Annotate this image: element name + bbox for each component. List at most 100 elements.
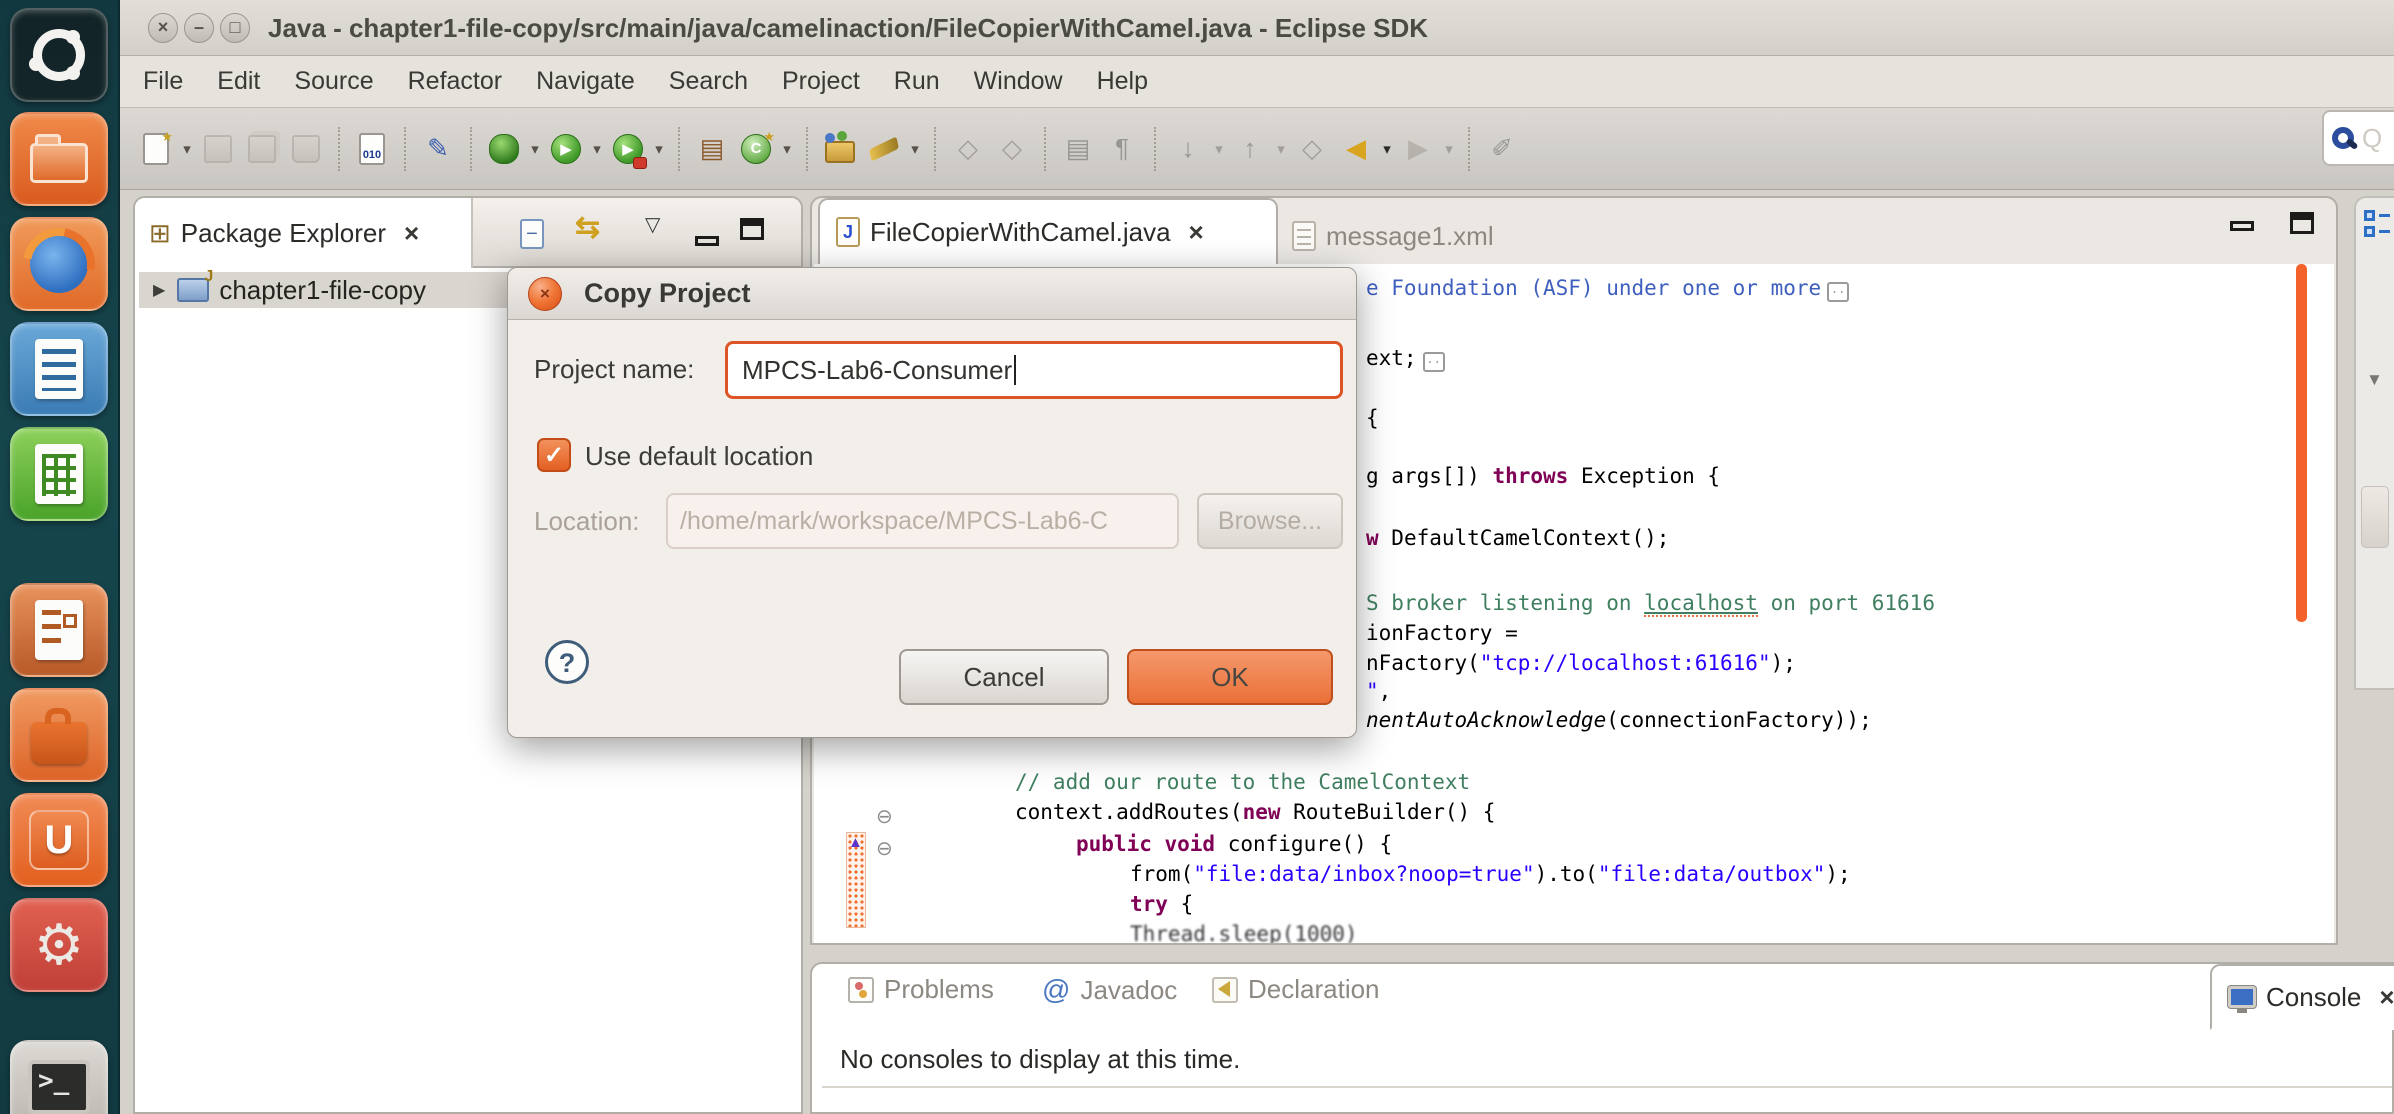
menu-navigate[interactable]: Navigate: [519, 56, 652, 107]
strip-scroll-thumb[interactable]: [2361, 486, 2389, 548]
tab-package-explorer[interactable]: ⊞ Package Explorer ×: [135, 198, 473, 268]
save-button[interactable]: [199, 129, 237, 169]
debug-button[interactable]: [485, 129, 523, 169]
cancel-button[interactable]: Cancel: [899, 649, 1109, 705]
fold-collapse-icon[interactable]: ⊖: [876, 804, 893, 829]
maximize-view-button[interactable]: [740, 216, 764, 247]
browse-button[interactable]: Browse...: [1197, 493, 1343, 549]
search-dropdown[interactable]: ▾: [906, 140, 924, 158]
back-disabled-button[interactable]: ◇: [1293, 129, 1331, 169]
folded-region-icon[interactable]: ..: [1827, 282, 1849, 302]
ubuntu-software-center-icon[interactable]: [10, 688, 108, 782]
menu-file[interactable]: File: [126, 56, 200, 107]
code-line: e Foundation (ASF) under one or more..: [1366, 274, 1849, 302]
dialog-close-button[interactable]: ×: [528, 277, 562, 311]
run-dropdown[interactable]: ▾: [588, 140, 606, 158]
open-type-button[interactable]: [821, 129, 859, 169]
menu-run[interactable]: Run: [877, 56, 957, 107]
use-default-location-checkbox[interactable]: ✓: [537, 438, 571, 472]
go-into-button[interactable]: ◇: [993, 129, 1031, 169]
menu-help[interactable]: Help: [1080, 56, 1165, 107]
firefox-icon[interactable]: [10, 217, 108, 311]
last-edit-location-button[interactable]: ◇: [949, 129, 987, 169]
view-menu-button[interactable]: ▽: [645, 212, 660, 237]
coverage-button[interactable]: C★: [737, 129, 775, 169]
terminal-icon[interactable]: >_: [10, 1040, 108, 1114]
window-maximize-button[interactable]: □: [220, 13, 250, 43]
location-value: /home/mark/workspace/MPCS-Lab6-C: [680, 507, 1108, 536]
expander-icon[interactable]: ▶: [153, 280, 165, 300]
back-button[interactable]: ◀: [1337, 129, 1375, 169]
previous-annotation-dropdown[interactable]: ▾: [1272, 140, 1290, 158]
project-name-input[interactable]: MPCS-Lab6-Consumer: [725, 341, 1343, 399]
libreoffice-writer-icon[interactable]: [10, 322, 108, 416]
close-icon[interactable]: ×: [2379, 982, 2394, 1013]
libreoffice-calc-icon[interactable]: [10, 427, 108, 521]
forward-dropdown[interactable]: ▾: [1440, 140, 1458, 158]
show-source-button[interactable]: ▤: [1059, 129, 1097, 169]
use-default-location-label: Use default location: [585, 441, 813, 472]
external-tools-dropdown[interactable]: ▾: [650, 140, 668, 158]
libreoffice-impress-icon[interactable]: [10, 583, 108, 677]
print-button[interactable]: [287, 129, 325, 169]
external-tools-button[interactable]: ▶: [609, 129, 647, 169]
menu-edit[interactable]: Edit: [200, 56, 277, 107]
tab-declaration[interactable]: Declaration: [1212, 974, 1380, 1005]
window-close-button[interactable]: ×: [148, 13, 178, 43]
tab-console[interactable]: Console ×: [2210, 964, 2394, 1030]
new-wizard-button[interactable]: ★: [137, 129, 175, 169]
quick-access-hint: Q: [2362, 123, 2382, 154]
close-icon[interactable]: ×: [404, 218, 419, 249]
editor-scrollbar[interactable]: [2296, 264, 2307, 622]
previous-annotation-button[interactable]: ↑: [1231, 129, 1269, 169]
save-all-button[interactable]: [243, 129, 281, 169]
minimize-editor-button[interactable]: [2230, 218, 2254, 236]
console-panel: Problems @ Javadoc Declaration Console ×…: [810, 962, 2394, 1114]
quick-access-box[interactable]: Q: [2322, 110, 2394, 166]
next-annotation-button[interactable]: ↓: [1169, 129, 1207, 169]
location-input[interactable]: /home/mark/workspace/MPCS-Lab6-C: [666, 493, 1179, 549]
project-label: chapter1-file-copy: [219, 275, 426, 306]
ok-button[interactable]: OK: [1127, 649, 1333, 705]
tab-filecopierwithcamel[interactable]: J FileCopierWithCamel.java ×: [818, 198, 1278, 264]
maximize-editor-button[interactable]: [2290, 212, 2314, 239]
code-line: ionFactory =: [1366, 619, 1518, 647]
run-button[interactable]: ▶: [547, 129, 585, 169]
collapse-all-button[interactable]: −: [520, 216, 544, 249]
link-with-editor-button[interactable]: ✐: [1483, 129, 1521, 169]
debug-dropdown[interactable]: ▾: [526, 140, 544, 158]
next-annotation-dropdown[interactable]: ▾: [1210, 140, 1228, 158]
ubuntu-dash-icon[interactable]: [10, 8, 108, 102]
fold-collapse-icon[interactable]: ⊖: [876, 836, 893, 861]
menu-source[interactable]: Source: [277, 56, 390, 107]
system-settings-icon[interactable]: ⚙: [10, 898, 108, 992]
help-button[interactable]: ?: [545, 640, 589, 684]
binary-file-button[interactable]: 010: [353, 129, 391, 169]
window-minimize-button[interactable]: –: [184, 13, 214, 43]
show-whitespace-button[interactable]: ¶: [1103, 129, 1141, 169]
search-flashlight-button[interactable]: [865, 129, 903, 169]
mark-occurrences-button[interactable]: ✎: [419, 129, 457, 169]
tab-problems[interactable]: Problems: [848, 974, 994, 1005]
tab-javadoc[interactable]: @ Javadoc: [1042, 974, 1177, 1006]
new-java-project-button[interactable]: ▤: [693, 129, 731, 169]
close-icon[interactable]: ×: [1189, 217, 1204, 248]
ubuntu-one-icon[interactable]: U: [10, 793, 108, 887]
menu-refactor[interactable]: Refactor: [391, 56, 519, 107]
package-explorer-icon: ⊞: [149, 218, 171, 249]
menu-project[interactable]: Project: [765, 56, 877, 107]
tab-message1-xml[interactable]: message1.xml: [1284, 208, 1494, 264]
folded-region-icon[interactable]: ..: [1423, 352, 1445, 372]
menu-window[interactable]: Window: [957, 56, 1080, 107]
new-wizard-dropdown[interactable]: ▾: [178, 140, 196, 158]
back-dropdown[interactable]: ▾: [1378, 140, 1396, 158]
minimize-view-button[interactable]: [695, 222, 719, 253]
forward-button[interactable]: ▶: [1399, 129, 1437, 169]
coverage-dropdown[interactable]: ▾: [778, 140, 796, 158]
files-icon[interactable]: [10, 112, 108, 206]
dialog-titlebar[interactable]: × Copy Project: [508, 268, 1356, 320]
outline-view-icon[interactable]: [2364, 210, 2390, 240]
menu-search[interactable]: Search: [652, 56, 765, 107]
link-with-editor-toggle[interactable]: ⇆: [575, 210, 600, 245]
chevron-down-icon[interactable]: ▼: [2366, 370, 2383, 390]
